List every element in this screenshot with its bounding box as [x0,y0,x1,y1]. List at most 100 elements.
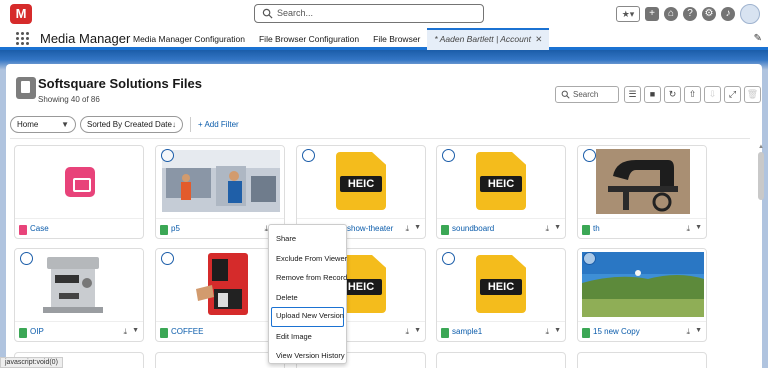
menu-item-share[interactable]: Share [269,229,346,249]
image-file-type-icon [19,328,27,338]
chevron-down-icon[interactable]: ▼ [554,224,561,231]
upload-icon[interactable]: ⇧ [684,86,701,103]
file-tile-p5[interactable]: p5 ⤓ [155,145,285,239]
file-thumbnail [156,146,284,217]
menu-item-edit-image[interactable]: Edit Image [269,327,346,347]
file-tile-case[interactable]: Case [14,145,144,239]
file-tile-partial[interactable] [577,352,707,368]
setup-gear-icon[interactable]: ⚙ [702,7,716,21]
files-search-placeholder: Search [573,90,599,99]
menu-item-exclude-from-viewer[interactable]: Exclude From Viewer [269,249,347,269]
file-tile-soundboard[interactable]: HEIC soundboard ⤓ ▼ [436,145,566,239]
tab-aaden-bartlett-account[interactable]: * Aaden Bartlett | Account ✕ [427,28,550,50]
menu-item-view-version-history[interactable]: View Version History [269,346,346,366]
select-radio[interactable] [302,149,315,162]
tile-footer: soundboard ⤓ ▼ [437,218,565,238]
favorites-icon[interactable]: ★▾ [616,6,640,22]
edit-nav-pencil-icon[interactable]: ✎ [754,33,762,44]
chevron-down-icon[interactable]: ▼ [414,224,421,231]
select-radio[interactable] [442,149,455,162]
file-thumbnail [15,146,143,217]
select-radio[interactable] [161,149,174,162]
global-search-placeholder: Search... [277,8,314,18]
chevron-down-icon[interactable]: ▼ [132,327,139,334]
files-card: Softsquare Solutions Files Showing 40 of… [6,64,764,368]
file-tile-sample1[interactable]: HEIC sample1 ⤓ ▼ [436,248,566,342]
notifications-bell-icon[interactable]: ♪ [721,7,735,21]
download-icon[interactable]: ⤓ [123,327,127,337]
help-icon[interactable]: ? [683,7,697,21]
file-name[interactable]: 15 new Copy [593,327,640,336]
nav-item-media-manager-configuration[interactable]: Media Manager Configuration [126,28,252,50]
file-name[interactable]: show-theater [347,224,393,233]
divider [10,138,750,139]
file-name[interactable]: p5 [171,224,180,233]
refresh-icon[interactable]: ↻ [664,86,681,103]
delete-icon[interactable]: 🗑 [744,86,761,103]
folder-select[interactable]: Home ▼ [10,116,76,133]
file-name[interactable]: OIP [30,327,44,336]
file-name[interactable]: Case [30,224,49,233]
file-thumbnail [578,146,706,217]
chevron-down-icon[interactable]: ▼ [414,327,421,334]
heic-label: HEIC [480,279,522,295]
file-tile-partial[interactable] [155,352,285,368]
download-icon[interactable]: ⤓ [545,224,549,234]
menu-item-remove-from-record[interactable]: Remove from Record [269,268,347,288]
download-icon[interactable]: ⤓ [405,224,409,234]
image-file-type-icon [160,225,168,235]
tile-footer: OIP ⤓ ▼ [15,321,143,341]
files-icon [16,77,36,99]
app-logo[interactable]: M [10,4,32,24]
tile-footer: th ⤓ ▼ [578,218,706,238]
heic-label: HEIC [480,176,522,192]
scrollbar-thumb[interactable] [758,152,764,200]
record-count: Showing 40 of 86 [38,95,100,104]
nav-item-file-browser-configuration[interactable]: File Browser Configuration [252,28,366,50]
scroll-up-icon[interactable]: ▲ [758,144,764,150]
file-thumbnail: HEIC [437,249,565,320]
select-radio[interactable] [583,149,596,162]
trailhead-icon[interactable]: ⌂ [664,7,678,21]
tile-view-icon[interactable]: ■ [644,86,661,103]
file-thumbnail: HEIC [297,146,425,217]
sort-direction-icon[interactable]: ↓ [172,117,176,132]
download-icon[interactable]: ⤓ [405,327,409,337]
expand-icon[interactable]: ⤢ [724,86,741,103]
select-radio[interactable] [20,252,33,265]
close-tab-icon[interactable]: ✕ [535,30,542,50]
folder-select-value: Home [17,120,39,129]
files-search-input[interactable]: Search [555,86,619,103]
download-icon[interactable]: ⤓ [545,327,549,337]
select-radio[interactable] [583,252,596,265]
chevron-down-icon[interactable]: ▼ [695,224,702,231]
chevron-down-icon[interactable]: ▼ [695,327,702,334]
download-icon[interactable]: ⤓ [686,327,690,337]
tile-footer: p5 ⤓ [156,218,284,238]
global-search-input[interactable]: Search... [254,4,484,23]
select-radio[interactable] [161,252,174,265]
file-tile-th[interactable]: th ⤓ ▼ [577,145,707,239]
select-radio[interactable] [442,252,455,265]
file-tile-partial[interactable] [436,352,566,368]
download-icon[interactable]: ⤓ [686,224,690,234]
file-name[interactable]: COFFEE [171,327,203,336]
add-filter-link[interactable]: + Add Filter [198,120,239,129]
menu-item-delete[interactable]: Delete [269,288,346,308]
image-file-type-icon [441,225,449,235]
list-view-icon[interactable]: ☰ [624,86,641,103]
download-icon[interactable]: ⇩ [704,86,721,103]
nav-item-file-browser[interactable]: File Browser [366,28,427,50]
app-launcher-icon[interactable] [16,32,29,45]
file-name[interactable]: soundboard [452,224,494,233]
menu-item-upload-new-version[interactable]: Upload New Version [271,307,344,327]
file-name[interactable]: th [593,224,600,233]
file-name[interactable]: sample1 [452,327,482,336]
file-tile-15-new-copy[interactable]: 15 new Copy ⤓ ▼ [577,248,707,342]
sort-select[interactable]: Sorted By Created Date ↓ [80,116,183,133]
add-icon[interactable]: + [645,7,659,21]
file-tile-oip[interactable]: OIP ⤓ ▼ [14,248,144,342]
chevron-down-icon[interactable]: ▼ [554,327,561,334]
avatar[interactable] [740,4,760,24]
file-tile-coffee[interactable]: COFFEE [155,248,285,342]
